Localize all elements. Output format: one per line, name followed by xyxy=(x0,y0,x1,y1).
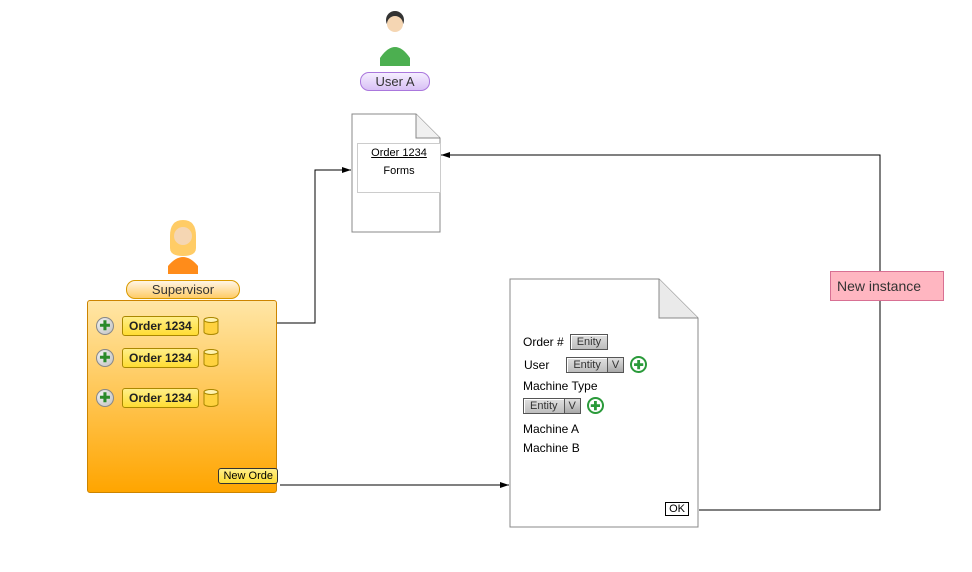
order-document: Order 1234 Forms xyxy=(351,113,441,233)
add-user-button[interactable]: ✚ xyxy=(630,356,647,373)
machine-list: Machine A Machine B xyxy=(523,420,689,458)
form-row-machine: EntityV ✚ xyxy=(523,397,689,414)
user-a-icon xyxy=(370,10,420,66)
database-icon xyxy=(203,349,219,367)
diagram-canvas: User A Supervisor ✚ Order 1234 ✚ Order 1… xyxy=(0,0,972,572)
order-entity-field[interactable]: Enity xyxy=(570,334,608,350)
document-subtitle: Forms xyxy=(361,165,437,177)
form-document: Order # Enity User EntityV ✚ Machine Typ… xyxy=(509,278,699,528)
new-instance-box: New instance xyxy=(830,271,944,301)
user-field-label: User xyxy=(523,357,560,373)
order-row: ✚ Order 1234 xyxy=(96,315,266,337)
list-item: Machine A xyxy=(523,420,689,439)
add-order-button[interactable]: ✚ xyxy=(96,317,114,335)
user-a-label: User A xyxy=(360,72,430,91)
list-item: Machine B xyxy=(523,439,689,458)
order-number-label: Order # xyxy=(523,335,564,349)
form-body: Order # Enity User EntityV ✚ Machine Typ… xyxy=(523,334,689,518)
user-dropdown-toggle[interactable]: V xyxy=(608,357,624,373)
machine-type-label: Machine Type xyxy=(523,379,689,393)
add-order-button[interactable]: ✚ xyxy=(96,389,114,407)
database-icon xyxy=(203,317,219,335)
new-order-button[interactable]: New Orde xyxy=(218,468,278,484)
order-chip[interactable]: Order 1234 xyxy=(122,388,199,408)
supervisor-label: Supervisor xyxy=(126,280,240,299)
order-chip[interactable]: Order 1234 xyxy=(122,348,199,368)
machine-entity-field[interactable]: Entity xyxy=(523,398,565,414)
document-inner: Order 1234 Forms xyxy=(357,143,441,193)
supervisor-panel: ✚ Order 1234 ✚ Order 1234 ✚ Order 1234 xyxy=(87,300,277,493)
form-row-user: User EntityV ✚ xyxy=(523,356,689,373)
order-row: ✚ Order 1234 xyxy=(96,387,266,409)
ok-button[interactable]: OK xyxy=(665,502,689,516)
user-entity-field[interactable]: Entity xyxy=(566,357,608,373)
supervisor-icon xyxy=(158,218,208,274)
order-chip[interactable]: Order 1234 xyxy=(122,316,199,336)
add-machine-button[interactable]: ✚ xyxy=(587,397,604,414)
order-row: ✚ Order 1234 xyxy=(96,347,266,369)
machine-dropdown-toggle[interactable]: V xyxy=(565,398,581,414)
form-row-order: Order # Enity xyxy=(523,334,689,350)
document-title: Order 1234 xyxy=(361,147,437,159)
add-order-button[interactable]: ✚ xyxy=(96,349,114,367)
database-icon xyxy=(203,389,219,407)
